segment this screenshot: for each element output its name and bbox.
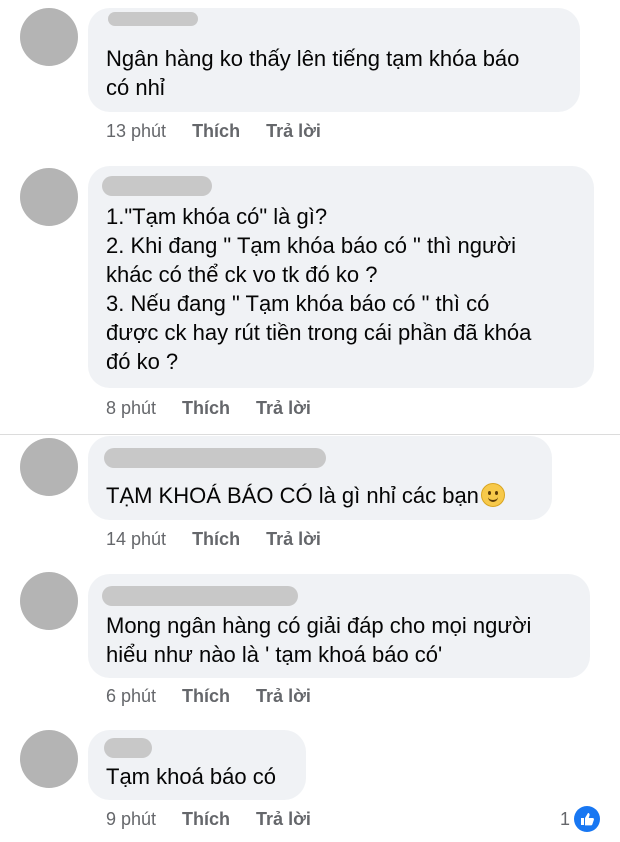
divider	[0, 434, 620, 435]
avatar[interactable]	[20, 8, 78, 66]
avatar[interactable]	[20, 438, 78, 496]
comment-text: Tạm khoá báo có	[106, 764, 276, 789]
like-thumb-icon	[574, 806, 601, 832]
commenter-name-redacted[interactable]	[102, 176, 212, 196]
comment-text-content: TẠM KHOÁ BÁO CÓ là gì nhỉ các bạn	[106, 483, 479, 508]
reply-link[interactable]: Trả lời	[256, 398, 311, 419]
comment-meta: 9 phút Thích Trả lời	[106, 809, 311, 830]
like-link[interactable]: Thích	[182, 398, 230, 419]
comment-meta: 14 phút Thích Trả lời	[106, 529, 321, 550]
reaction-count: 1	[560, 808, 571, 829]
comment-meta: 13 phút Thích Trả lời	[106, 121, 321, 142]
avatar[interactable]	[20, 730, 78, 788]
like-link[interactable]: Thích	[192, 529, 240, 550]
commenter-name-redacted[interactable]	[104, 738, 152, 758]
comment-text: 1."Tạm khóa có" là gì? 2. Khi đang " Tạm…	[106, 204, 532, 374]
comment-meta: 6 phút Thích Trả lời	[106, 686, 311, 707]
avatar[interactable]	[20, 168, 78, 226]
comment-time[interactable]: 6 phút	[106, 686, 156, 707]
like-link[interactable]: Thích	[182, 686, 230, 707]
comment-text: Mong ngân hàng có giải đáp cho mọi người…	[106, 613, 532, 667]
comment-time[interactable]: 8 phút	[106, 398, 156, 419]
like-link[interactable]: Thích	[182, 809, 230, 830]
commenter-name-redacted[interactable]	[108, 12, 198, 26]
comment-text: Ngân hàng ko thấy lên tiếng tạm khóa báo…	[106, 46, 520, 100]
reply-link[interactable]: Trả lời	[256, 809, 311, 830]
reaction-summary[interactable]: 1	[560, 806, 601, 832]
comment-time[interactable]: 14 phút	[106, 529, 166, 550]
like-link[interactable]: Thích	[192, 121, 240, 142]
comment-bubble: Mong ngân hàng có giải đáp cho mọi người…	[88, 574, 590, 678]
comment-time[interactable]: 9 phút	[106, 809, 156, 830]
comment-text: TẠM KHOÁ BÁO CÓ là gì nhỉ các bạn	[106, 481, 505, 510]
comment-bubble: 1."Tạm khóa có" là gì? 2. Khi đang " Tạm…	[88, 166, 594, 388]
commenter-name-redacted[interactable]	[102, 586, 298, 606]
comment-bubble: Tạm khoá báo có	[88, 730, 306, 800]
slightly-smiling-face-icon	[480, 483, 505, 507]
reply-link[interactable]: Trả lời	[256, 686, 311, 707]
comment-bubble: TẠM KHOÁ BÁO CÓ là gì nhỉ các bạn	[88, 436, 552, 520]
comment-bubble: Ngân hàng ko thấy lên tiếng tạm khóa báo…	[88, 8, 580, 112]
comment-meta: 8 phút Thích Trả lời	[106, 398, 311, 419]
avatar[interactable]	[20, 572, 78, 630]
reply-link[interactable]: Trả lời	[266, 529, 321, 550]
commenter-name-redacted[interactable]	[104, 448, 326, 468]
reply-link[interactable]: Trả lời	[266, 121, 321, 142]
comment-time[interactable]: 13 phút	[106, 121, 166, 142]
